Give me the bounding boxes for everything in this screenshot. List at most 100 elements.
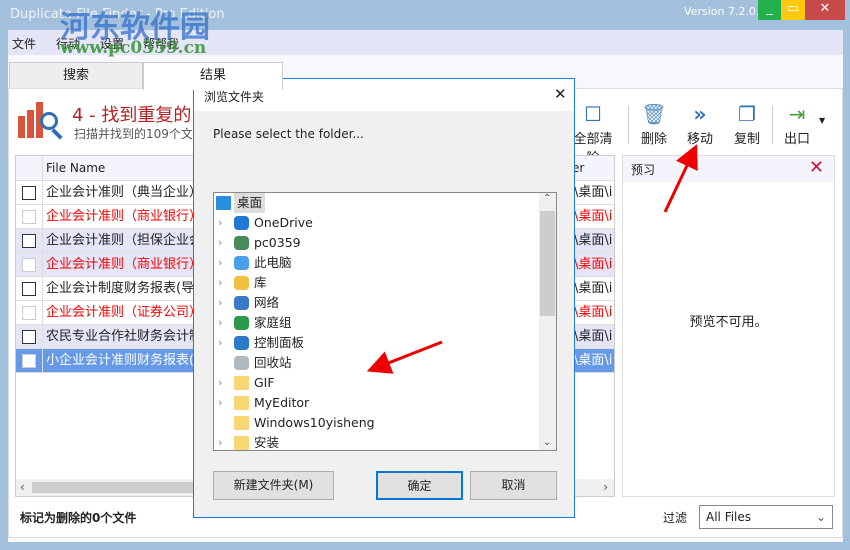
chevron-right-icon[interactable]: › — [218, 433, 222, 453]
copy-label: 复制 — [733, 132, 760, 147]
tree-item-label: GIF — [254, 375, 275, 390]
row-checkbox[interactable] — [22, 282, 36, 296]
folder-path: \桌面\i — [574, 305, 613, 320]
folder-path: \桌面\i — [574, 353, 613, 368]
chevron-right-icon[interactable]: › — [218, 253, 222, 273]
chevron-right-icon[interactable]: › — [218, 393, 222, 413]
preview-panel: 预习 ✕ 预览不可用。 — [622, 155, 835, 497]
tree-item[interactable]: › 家庭组 — [214, 313, 534, 333]
dialog-close-button[interactable]: ✕ — [554, 85, 567, 103]
toolbar-divider — [772, 106, 773, 144]
filter-value: All Files — [706, 510, 752, 524]
tree-item[interactable]: › OneDrive — [214, 213, 534, 233]
tree-item[interactable]: › 此电脑 — [214, 253, 534, 273]
homegroup-icon — [234, 316, 249, 330]
tree-item-label: 回收站 — [254, 355, 292, 370]
tree-item[interactable]: › MyEditor — [214, 393, 534, 413]
minimize-button[interactable]: _ — [758, 0, 781, 20]
scrollbar-thumb[interactable] — [32, 482, 212, 493]
chevron-right-icon[interactable]: › — [218, 273, 222, 293]
tab-results[interactable]: 结果 — [143, 62, 283, 90]
tree-item-label: 控制面板 — [254, 335, 305, 350]
tree-item[interactable]: 回收站 — [214, 353, 534, 373]
network-icon — [234, 296, 249, 310]
row-checkbox[interactable] — [22, 210, 36, 224]
folder-icon — [234, 376, 249, 390]
recycle-bin-icon — [234, 356, 249, 370]
file-name: 企业会计制度财务报表(导入) — [46, 281, 213, 296]
tree-item-label: MyEditor — [254, 395, 310, 410]
filter-select[interactable]: All Files ⌄ — [699, 505, 833, 529]
user-icon — [234, 236, 249, 250]
tree-item[interactable]: › 库 — [214, 273, 534, 293]
folder-path: \桌面\i — [574, 281, 613, 296]
folder-icon — [234, 416, 249, 430]
tree-item[interactable]: › 安装 — [214, 433, 534, 453]
copy-button[interactable]: ❐ 复制 — [724, 102, 770, 147]
desktop-icon — [216, 196, 231, 210]
results-subtitle: 扫描并找到的109个文 — [74, 127, 193, 141]
row-checkbox[interactable] — [22, 234, 36, 248]
tree-item[interactable]: Windows10yisheng — [214, 413, 534, 433]
row-checkbox[interactable] — [22, 306, 36, 320]
cancel-button[interactable]: 取消 — [470, 471, 557, 500]
menu-file[interactable]: 文件 — [12, 35, 36, 52]
ok-button[interactable]: 确定 — [376, 471, 463, 500]
folder-tree[interactable]: 桌面 › OneDrive › pc0359 › 此电脑 › 库 › 网络 › 家庭组 › 控制面板 回收站 ›… — [213, 192, 557, 451]
file-name: 农民专业合作社财务会计制度 — [46, 329, 216, 344]
dialog-title: 浏览文件夹 — [204, 90, 265, 104]
double-chevron-right-icon: » — [693, 102, 707, 126]
row-checkbox[interactable] — [22, 186, 36, 200]
maximize-button[interactable]: ▭ — [781, 0, 805, 20]
close-preview-icon[interactable]: ✕ — [809, 157, 824, 178]
file-name: 小企业会计准则财务报表( — [46, 353, 195, 368]
tree-item[interactable]: › pc0359 — [214, 233, 534, 253]
tree-item-label: 桌面 — [234, 193, 266, 213]
tree-item[interactable]: › GIF — [214, 373, 534, 393]
tree-item-label: OneDrive — [254, 215, 313, 230]
row-checkbox[interactable] — [22, 354, 36, 368]
tree-item-label: 安装 — [254, 435, 280, 450]
tree-item-label: 库 — [254, 275, 267, 290]
chevron-right-icon[interactable]: › — [218, 313, 222, 333]
row-checkbox[interactable] — [22, 330, 36, 344]
chevron-right-icon[interactable]: › — [218, 233, 222, 253]
new-folder-button[interactable]: 新建文件夹(M) — [213, 471, 334, 500]
tree-item[interactable]: 桌面 — [214, 193, 534, 213]
move-button[interactable]: » 移动 — [677, 102, 723, 147]
tree-item[interactable]: › 控制面板 — [214, 333, 534, 353]
preview-title: 预习 — [631, 163, 656, 177]
folder-path: \桌面\i — [574, 185, 613, 200]
chevron-down-icon: ⌄ — [815, 510, 826, 524]
folder-icon — [234, 436, 249, 450]
version-label: Version 7.2.0.0 — [684, 5, 767, 18]
chevron-right-icon[interactable]: › — [218, 293, 222, 313]
column-file-name[interactable]: File Name — [46, 161, 105, 175]
folder-icon — [234, 396, 249, 410]
close-button[interactable]: ✕ — [805, 0, 845, 20]
scrollbar-thumb[interactable] — [540, 211, 555, 316]
file-name: 企业会计准则（证券公司） — [46, 305, 203, 320]
status-marked-count: 标记为删除的0个文件 — [20, 511, 137, 525]
dialog-prompt: Please select the folder... — [213, 127, 364, 141]
tree-item-label: 此电脑 — [254, 255, 292, 270]
tab-search[interactable]: 搜索 — [9, 62, 143, 89]
folder-path: \桌面\i — [574, 257, 613, 272]
export-dropdown-icon[interactable]: ▼ — [819, 116, 825, 125]
export-icon: ⇥ — [788, 102, 806, 126]
row-checkbox[interactable] — [22, 258, 36, 272]
preview-empty-message: 预览不可用。 — [689, 315, 768, 330]
tree-item-label: 家庭组 — [254, 315, 292, 330]
delete-button[interactable]: 🗑 删除 — [631, 102, 677, 147]
tree-item-label: 网络 — [254, 295, 280, 310]
tree-vertical-scrollbar[interactable]: ⌃ ⌄ — [539, 193, 556, 450]
chevron-right-icon[interactable]: › — [218, 333, 222, 353]
chevron-right-icon[interactable]: › — [218, 213, 222, 233]
browse-folder-dialog: 浏览文件夹 ✕ Please select the folder... 桌面 › O… — [193, 78, 575, 518]
square-icon: ☐ — [584, 102, 602, 126]
export-button[interactable]: ⇥ 出口 — [774, 102, 820, 147]
toolbar-divider — [628, 106, 629, 144]
chevron-right-icon[interactable]: › — [218, 373, 222, 393]
tree-item-label: Windows10yisheng — [254, 415, 375, 430]
tree-item[interactable]: › 网络 — [214, 293, 534, 313]
